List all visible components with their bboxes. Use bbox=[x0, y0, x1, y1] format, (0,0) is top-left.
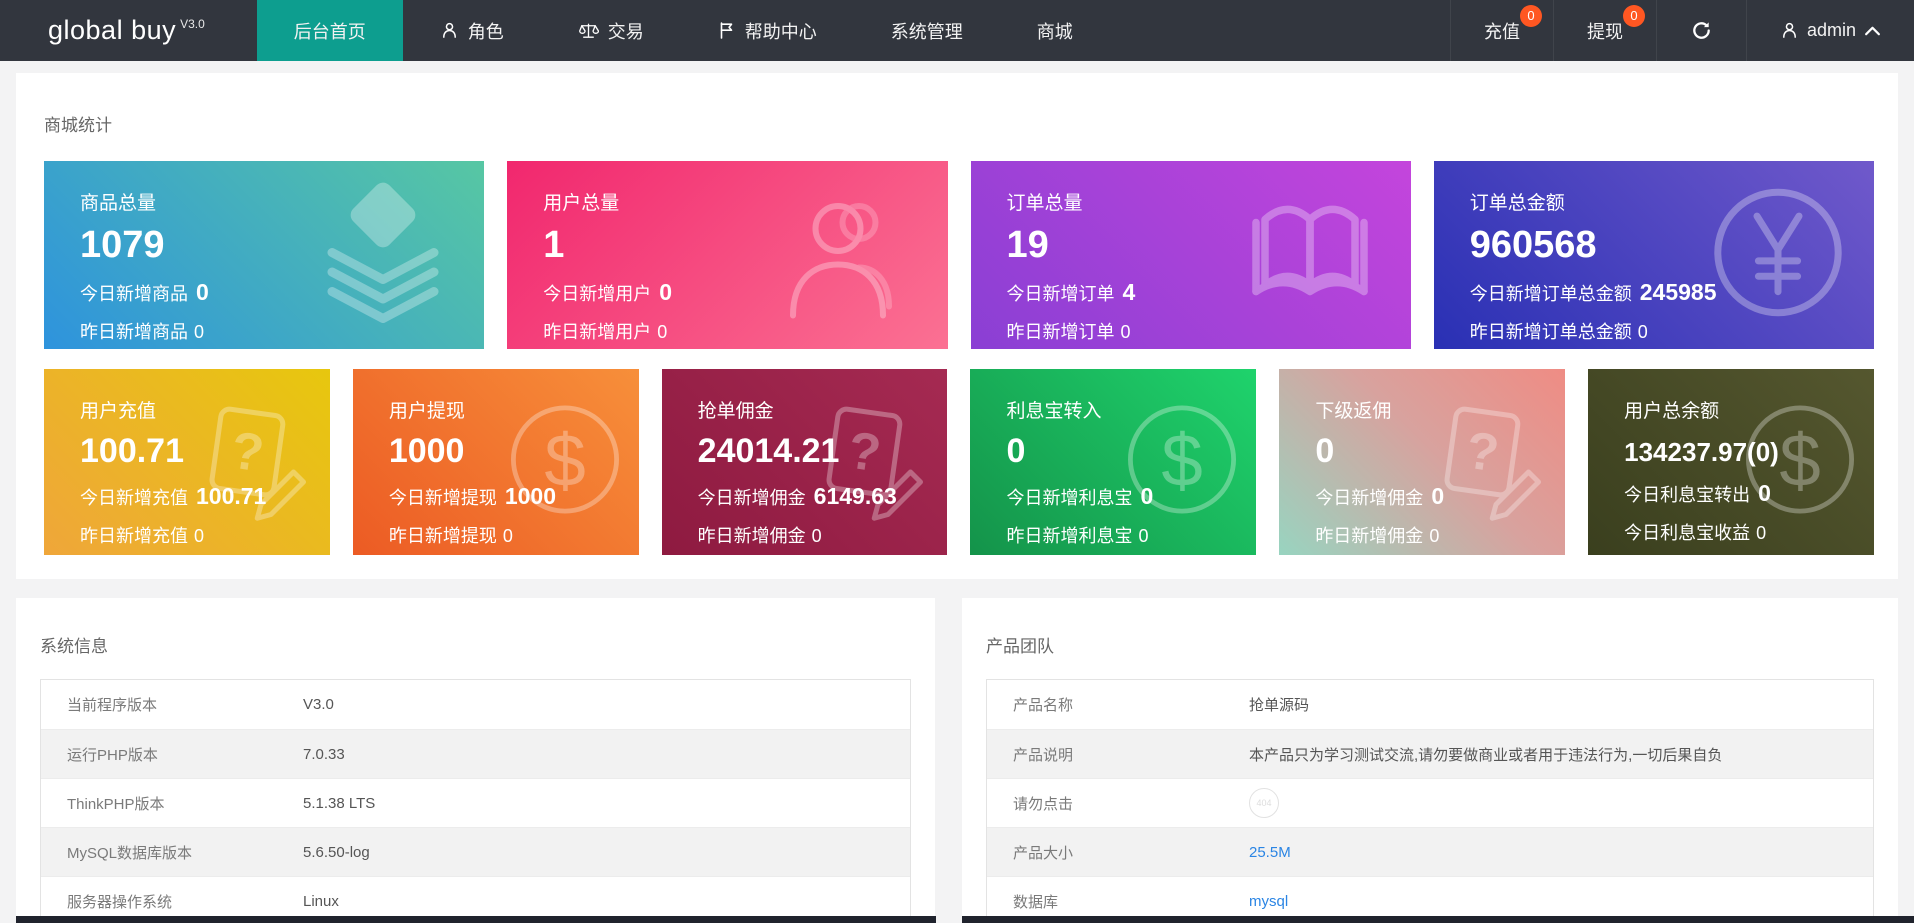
stat-card-sub-rebate: 下级返佣 0 今日新增佣金 0 昨日新增佣金 0 ? bbox=[1279, 369, 1566, 555]
product-team-panel: 产品团队 产品名称 抢单源码 产品说明 本产品只为学习测试交流,请勿要做商业或者… bbox=[962, 598, 1898, 923]
scales-icon bbox=[578, 21, 599, 41]
recharge-badge: 0 bbox=[1519, 5, 1542, 27]
stats-section-title: 商城统计 bbox=[44, 116, 112, 135]
users-icon bbox=[772, 178, 922, 333]
stat-card-total-products: 商品总量 1079 今日新增商品 0 昨日新增商品 0 bbox=[44, 161, 485, 349]
document-question-icon: ? bbox=[191, 397, 316, 527]
document-question-icon: ? bbox=[1426, 397, 1551, 527]
main-menu: 后台首页 角色 交易 帮助中心 系统管理 商城 bbox=[256, 0, 1110, 61]
bottom-bar-left bbox=[16, 916, 936, 923]
user-icon bbox=[440, 21, 459, 40]
refresh-icon bbox=[1690, 19, 1713, 42]
stats-row-2: 用户充值 100.71 今日新增充值 100.71 昨日新增充值 0 ? 用户提现 … bbox=[44, 369, 1874, 555]
table-row: 产品大小 25.5M bbox=[987, 827, 1873, 876]
svg-text:?: ? bbox=[227, 421, 267, 484]
stats-panel: 商城统计 商品总量 1079 今日新增商品 0 昨日新增商品 0 用户总量 1 今日… bbox=[16, 73, 1898, 579]
svg-text:?: ? bbox=[845, 421, 885, 484]
nav-item-dashboard[interactable]: 后台首页 bbox=[256, 0, 403, 61]
stat-card-user-recharge: 用户充值 100.71 今日新增充值 100.71 昨日新增充值 0 ? bbox=[44, 369, 330, 555]
svg-text:$: $ bbox=[1779, 419, 1820, 502]
stat-card-order-commission: 抢单佣金 24014.21 今日新增佣金 6149.63 昨日新增佣金 0 ? bbox=[661, 369, 948, 555]
svg-text:?: ? bbox=[1463, 421, 1503, 484]
nav-item-roles[interactable]: 角色 bbox=[403, 0, 541, 61]
404-badge[interactable]: 404 bbox=[1249, 788, 1279, 818]
refresh-button[interactable] bbox=[1655, 0, 1746, 61]
brand-name: global buy bbox=[48, 15, 177, 45]
app-logo: global buy V3.0 bbox=[0, 0, 257, 61]
navbar-right: 充值 0 提现 0 admin bbox=[1449, 0, 1914, 61]
stat-card-total-orders: 订单总量 19 今日新增订单 4 昨日新增订单 0 bbox=[970, 161, 1411, 349]
flag-icon bbox=[718, 21, 736, 40]
withdraw-badge: 0 bbox=[1622, 5, 1645, 27]
system-info-title: 系统信息 bbox=[40, 637, 108, 656]
stat-card-interest-in: 利息宝转入 0 今日新增利息宝 0 昨日新增利息宝 0 $ bbox=[970, 369, 1257, 555]
system-info-table: 当前程序版本 V3.0 运行PHP版本 7.0.33 ThinkPHP版本 5.… bbox=[40, 679, 911, 923]
brand-version: V3.0 bbox=[180, 16, 205, 31]
table-row: 请勿点击 404 bbox=[987, 778, 1873, 827]
nav-item-mall[interactable]: 商城 bbox=[1000, 0, 1110, 61]
layers-icon bbox=[308, 178, 458, 333]
product-team-table: 产品名称 抢单源码 产品说明 本产品只为学习测试交流,请勿要做商业或者用于违法行… bbox=[986, 679, 1874, 923]
withdraw-button[interactable]: 提现 0 bbox=[1552, 0, 1656, 61]
svg-text:$: $ bbox=[544, 419, 585, 502]
dollar-circle-icon: $ bbox=[505, 400, 625, 525]
nav-item-trade[interactable]: 交易 bbox=[541, 0, 681, 61]
nav-item-system[interactable]: 系统管理 bbox=[854, 0, 1000, 61]
nav-item-help-center[interactable]: 帮助中心 bbox=[681, 0, 854, 61]
table-row: MySQL数据库版本 5.6.50-log bbox=[41, 827, 910, 876]
dollar-circle-icon: $ bbox=[1740, 400, 1860, 525]
svg-text:$: $ bbox=[1162, 419, 1203, 502]
table-row: 当前程序版本 V3.0 bbox=[41, 680, 910, 729]
bottom-bar-right bbox=[962, 916, 1914, 923]
stat-card-total-users: 用户总量 1 今日新增用户 0 昨日新增用户 0 bbox=[507, 161, 948, 349]
stat-card-user-balance: 用户总余额 134237.97(0) 今日利息宝转出 0 今日利息宝收益 0 $ bbox=[1588, 369, 1874, 555]
yen-circle-icon bbox=[1708, 183, 1848, 328]
table-row: 产品名称 抢单源码 bbox=[987, 680, 1873, 729]
stat-card-total-order-amount: 订单总金额 960568 今日新增订单总金额 245985 昨日新增订单总金额 0 bbox=[1433, 161, 1874, 349]
top-navbar: global buy V3.0 后台首页 角色 交易 帮助中心 系统管理 商城 … bbox=[0, 0, 1914, 61]
document-question-icon: ? bbox=[808, 397, 933, 527]
book-icon bbox=[1235, 178, 1385, 333]
recharge-button[interactable]: 充值 0 bbox=[1449, 0, 1553, 61]
product-team-title: 产品团队 bbox=[986, 637, 1054, 656]
user-icon bbox=[1780, 21, 1799, 40]
database-link[interactable]: mysql bbox=[1249, 893, 1288, 910]
stat-card-user-withdraw: 用户提现 1000 今日新增提现 1000 昨日新增提现 0 $ bbox=[352, 369, 639, 555]
chevron-up-icon bbox=[1864, 25, 1881, 37]
table-row: 运行PHP版本 7.0.33 bbox=[41, 729, 910, 778]
system-info-panel: 系统信息 当前程序版本 V3.0 运行PHP版本 7.0.33 ThinkPHP… bbox=[16, 598, 935, 923]
navbar-spacer bbox=[1110, 0, 1450, 61]
admin-username: admin bbox=[1806, 20, 1856, 40]
table-row: 产品说明 本产品只为学习测试交流,请勿要做商业或者用于违法行为,一切后果自负 bbox=[987, 729, 1873, 778]
admin-user-menu[interactable]: admin bbox=[1745, 0, 1914, 61]
table-row: ThinkPHP版本 5.1.38 LTS bbox=[41, 778, 910, 827]
product-size-link[interactable]: 25.5M bbox=[1249, 844, 1291, 861]
stats-row-1: 商品总量 1079 今日新增商品 0 昨日新增商品 0 用户总量 1 今日新增用户 0… bbox=[44, 161, 1874, 349]
dollar-circle-icon: $ bbox=[1122, 400, 1242, 525]
